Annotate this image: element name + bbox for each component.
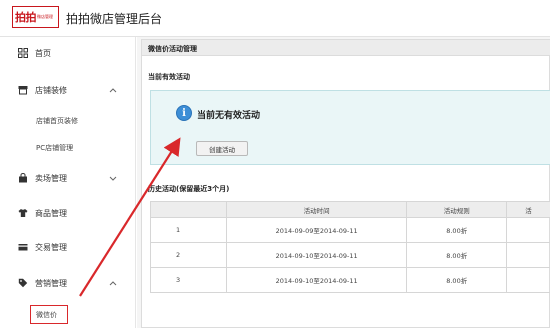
table-row[interactable]: 2 2014-09-10至2014-09-11 8.00折 [150,242,550,268]
bag-icon [18,173,28,183]
highlight-box [30,305,68,324]
app-header: 拍拍 微店管理 拍拍微店管理后台 [0,0,550,37]
column-header-index [150,201,227,218]
row-index: 2 [150,242,227,268]
current-activity-title: 当前有效活动 [148,73,190,81]
sidebar-item-home[interactable]: 首页 [0,43,136,63]
table-row[interactable]: 3 2014-09-10至2014-09-11 8.00折 [150,267,550,293]
sidebar-subitem-home-decor[interactable]: 店铺首页装修 [36,116,78,126]
notice-text: 当前无有效活动 [197,111,261,121]
sidebar-item-label: 卖场管理 [35,173,67,183]
logo-subtext: 微店管理 [37,13,53,19]
row-extra [506,267,550,293]
logo-mark: 拍拍 [15,10,37,24]
column-header-truncated: 活 [506,201,550,218]
shirt-icon [18,208,28,218]
sidebar-item-products[interactable]: 商品管理 [0,203,136,223]
row-extra [506,217,550,243]
row-rule: 8.00折 [406,242,508,268]
row-index: 1 [150,217,227,243]
sidebar: 首页 店铺装修 店铺首页装修 PC店铺管理 卖场管理 商品管理 交易管理 营销管… [0,37,136,328]
column-header-rule: 活动规则 [406,201,508,218]
row-extra [506,242,550,268]
sidebar-item-store-manage[interactable]: 卖场管理 [0,168,136,188]
sidebar-item-store-decor[interactable]: 店铺装修 [0,80,136,100]
sidebar-item-label: 商品管理 [35,208,67,218]
create-activity-button[interactable]: 创建活动 [196,141,248,156]
table-row[interactable]: 1 2014-09-09至2014-09-11 8.00折 [150,217,550,243]
row-time: 2014-09-10至2014-09-11 [225,242,408,268]
history-table: 活动时间 活动规则 活 1 2014-09-09至2014-09-11 8.00… [150,201,550,293]
info-icon: i [176,105,192,121]
app-title: 拍拍微店管理后台 [66,12,163,26]
chevron-up-icon[interactable] [108,85,118,95]
sidebar-item-label: 交易管理 [35,242,67,252]
main-content: 微信价活动管理 当前有效活动 i 当前无有效活动 创建活动 历史活动(保留最近3… [137,37,550,328]
sidebar-item-trades[interactable]: 交易管理 [0,237,136,257]
row-rule: 8.00折 [406,267,508,293]
chevron-up-icon[interactable] [108,278,118,288]
row-time: 2014-09-09至2014-09-11 [225,217,408,243]
row-index: 3 [150,267,227,293]
card-icon [18,242,28,252]
app-logo[interactable]: 拍拍 微店管理 [12,6,59,28]
storefront-icon [18,85,28,95]
grid-icon [18,48,28,58]
sidebar-item-marketing[interactable]: 营销管理 [0,273,136,293]
row-rule: 8.00折 [406,217,508,243]
table-header-row: 活动时间 活动规则 活 [150,201,550,218]
sidebar-item-label: 营销管理 [35,278,67,288]
column-header-time: 活动时间 [225,201,408,218]
tag-icon [18,278,28,288]
sidebar-subitem-pc-store[interactable]: PC店铺管理 [36,143,73,153]
content-panel: 微信价活动管理 当前有效活动 i 当前无有效活动 创建活动 历史活动(保留最近3… [141,39,550,328]
chevron-down-icon[interactable] [108,173,118,183]
no-activity-notice: i 当前无有效活动 创建活动 [150,90,550,165]
sidebar-item-label: 店铺装修 [35,85,67,95]
history-title: 历史活动(保留最近3个月) [148,185,230,193]
sidebar-item-label: 首页 [35,48,51,58]
panel-title: 微信价活动管理 [142,40,550,56]
row-time: 2014-09-10至2014-09-11 [225,267,408,293]
